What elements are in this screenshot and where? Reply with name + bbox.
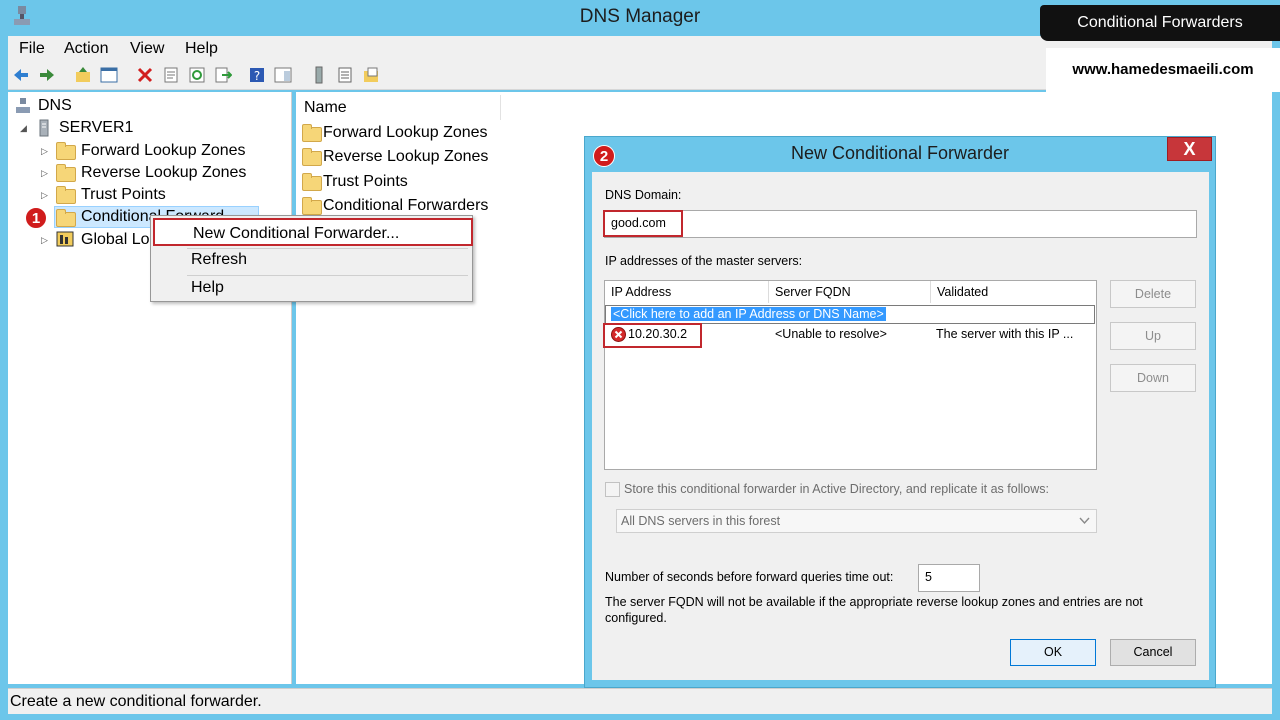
replication-scope-select[interactable]: All DNS servers in this forest bbox=[616, 509, 1097, 533]
timeout-input[interactable]: 5 bbox=[918, 564, 980, 592]
dns-domain-label: DNS Domain: bbox=[605, 188, 682, 202]
expand-icon[interactable]: ▷ bbox=[41, 168, 48, 179]
menu-file[interactable]: File bbox=[19, 40, 45, 58]
watermark-url: www.hamedesmaeili.com bbox=[1046, 48, 1280, 92]
export-list-icon[interactable] bbox=[214, 66, 232, 84]
column-header-ip-address[interactable]: IP Address bbox=[605, 281, 769, 303]
column-header-server-fqdn[interactable]: Server FQDN bbox=[769, 281, 931, 303]
menu-item-new-conditional-forwarder[interactable]: New Conditional Forwarder... bbox=[153, 218, 473, 246]
folder-icon bbox=[302, 173, 322, 191]
master-servers-label: IP addresses of the master servers: bbox=[605, 254, 803, 268]
timeout-label: Number of seconds before forward queries… bbox=[605, 570, 894, 584]
down-button[interactable]: Down bbox=[1110, 364, 1196, 392]
chevron-down-icon bbox=[1079, 517, 1090, 525]
dialog-title: New Conditional Forwarder bbox=[790, 143, 1010, 163]
master-servers-grid[interactable]: IP Address Server FQDN Validated <Click … bbox=[604, 280, 1097, 470]
global-logs-icon bbox=[56, 231, 74, 247]
server-icon bbox=[39, 119, 49, 137]
cancel-button[interactable]: Cancel bbox=[1110, 639, 1196, 666]
folder-icon bbox=[56, 142, 76, 160]
folder-icon bbox=[302, 197, 322, 215]
tree-item-forward-lookup-zones[interactable]: Forward Lookup Zones bbox=[81, 140, 246, 162]
folder-icon bbox=[56, 186, 76, 204]
back-arrow-icon[interactable] bbox=[12, 66, 30, 84]
expand-icon[interactable]: ▷ bbox=[41, 146, 48, 157]
show-hide-console-tree-icon[interactable] bbox=[100, 66, 118, 84]
watermark-title: Conditional Forwarders bbox=[1040, 5, 1280, 41]
expand-icon[interactable]: ▷ bbox=[41, 235, 48, 246]
list-item-reverse-lookup-zones[interactable]: Reverse Lookup Zones bbox=[323, 148, 488, 166]
highlight-ip-address bbox=[603, 323, 702, 348]
expand-icon[interactable]: ▷ bbox=[41, 190, 48, 201]
column-header-validated[interactable]: Validated bbox=[931, 281, 1096, 303]
show-hide-action-pane-icon[interactable] bbox=[274, 66, 292, 84]
tree-item-server1[interactable]: SERVER1 bbox=[59, 117, 133, 139]
up-folder-icon[interactable] bbox=[74, 66, 92, 84]
list-item-forward-lookup-zones[interactable]: Forward Lookup Zones bbox=[323, 124, 488, 142]
menu-item-refresh[interactable]: Refresh bbox=[151, 246, 472, 274]
add-entry-row[interactable]: <Click here to add an IP Address or DNS … bbox=[605, 305, 1095, 324]
help-icon[interactable]: ? bbox=[248, 66, 266, 84]
replication-scope-value: All DNS servers in this forest bbox=[621, 514, 781, 528]
tree-item-trust-points[interactable]: Trust Points bbox=[81, 184, 166, 206]
status-text: Create a new conditional forwarder. bbox=[10, 693, 262, 710]
validated-cell: The server with this IP ... bbox=[936, 327, 1074, 341]
collapse-icon[interactable]: ◢ bbox=[20, 123, 27, 134]
dns-icon bbox=[16, 98, 30, 113]
menu-action[interactable]: Action bbox=[64, 40, 108, 58]
dialog-body: DNS Domain: good.com IP addresses of the… bbox=[592, 172, 1209, 680]
svg-text:?: ? bbox=[254, 69, 260, 83]
context-menu: New Conditional Forwarder... Refresh Hel… bbox=[150, 215, 473, 302]
delete-button[interactable]: Delete bbox=[1110, 280, 1196, 308]
server-icon[interactable] bbox=[310, 66, 328, 84]
list-item-trust-points[interactable]: Trust Points bbox=[323, 173, 408, 191]
forward-arrow-icon[interactable] bbox=[38, 66, 56, 84]
dns-domain-input[interactable]: good.com bbox=[604, 210, 1197, 238]
refresh-icon[interactable] bbox=[188, 66, 206, 84]
tree-item-reverse-lookup-zones[interactable]: Reverse Lookup Zones bbox=[81, 162, 246, 184]
timeout-value: 5 bbox=[925, 570, 932, 584]
store-in-ad-checkbox[interactable] bbox=[605, 482, 620, 497]
add-entry-placeholder: <Click here to add an IP Address or DNS … bbox=[611, 307, 886, 321]
folder-icon bbox=[56, 209, 76, 227]
list-view-icon[interactable] bbox=[336, 66, 354, 84]
menu-item-help[interactable]: Help bbox=[151, 274, 472, 302]
menu-help[interactable]: Help bbox=[185, 40, 218, 58]
highlight-dns-domain bbox=[603, 210, 683, 237]
dialog-close-button[interactable]: X bbox=[1167, 137, 1212, 161]
delete-icon[interactable] bbox=[136, 66, 154, 84]
folder-list-icon[interactable] bbox=[362, 66, 380, 84]
server-fqdn-cell: <Unable to resolve> bbox=[775, 327, 887, 341]
fqdn-note: The server FQDN will not be available if… bbox=[605, 595, 1143, 625]
step-badge-1: 1 bbox=[25, 207, 47, 229]
status-bar: Create a new conditional forwarder. bbox=[8, 688, 1272, 714]
tree-item-global-logs[interactable]: Global Lo bbox=[81, 229, 150, 251]
column-header-name[interactable]: Name bbox=[296, 95, 501, 120]
folder-icon bbox=[302, 148, 322, 166]
column-header-label: Name bbox=[304, 99, 347, 116]
ok-button[interactable]: OK bbox=[1010, 639, 1096, 666]
console-tree: DNS ◢ SERVER1 ▷ Forward Lookup Zones ▷ R… bbox=[8, 92, 292, 684]
folder-icon bbox=[302, 124, 322, 142]
properties-icon[interactable] bbox=[162, 66, 180, 84]
menu-view[interactable]: View bbox=[130, 40, 164, 58]
up-button[interactable]: Up bbox=[1110, 322, 1196, 350]
list-item-conditional-forwarders[interactable]: Conditional Forwarders bbox=[323, 197, 488, 215]
folder-icon bbox=[56, 164, 76, 182]
tree-item-dns[interactable]: DNS bbox=[38, 95, 72, 117]
store-in-ad-label: Store this conditional forwarder in Acti… bbox=[624, 482, 1049, 496]
